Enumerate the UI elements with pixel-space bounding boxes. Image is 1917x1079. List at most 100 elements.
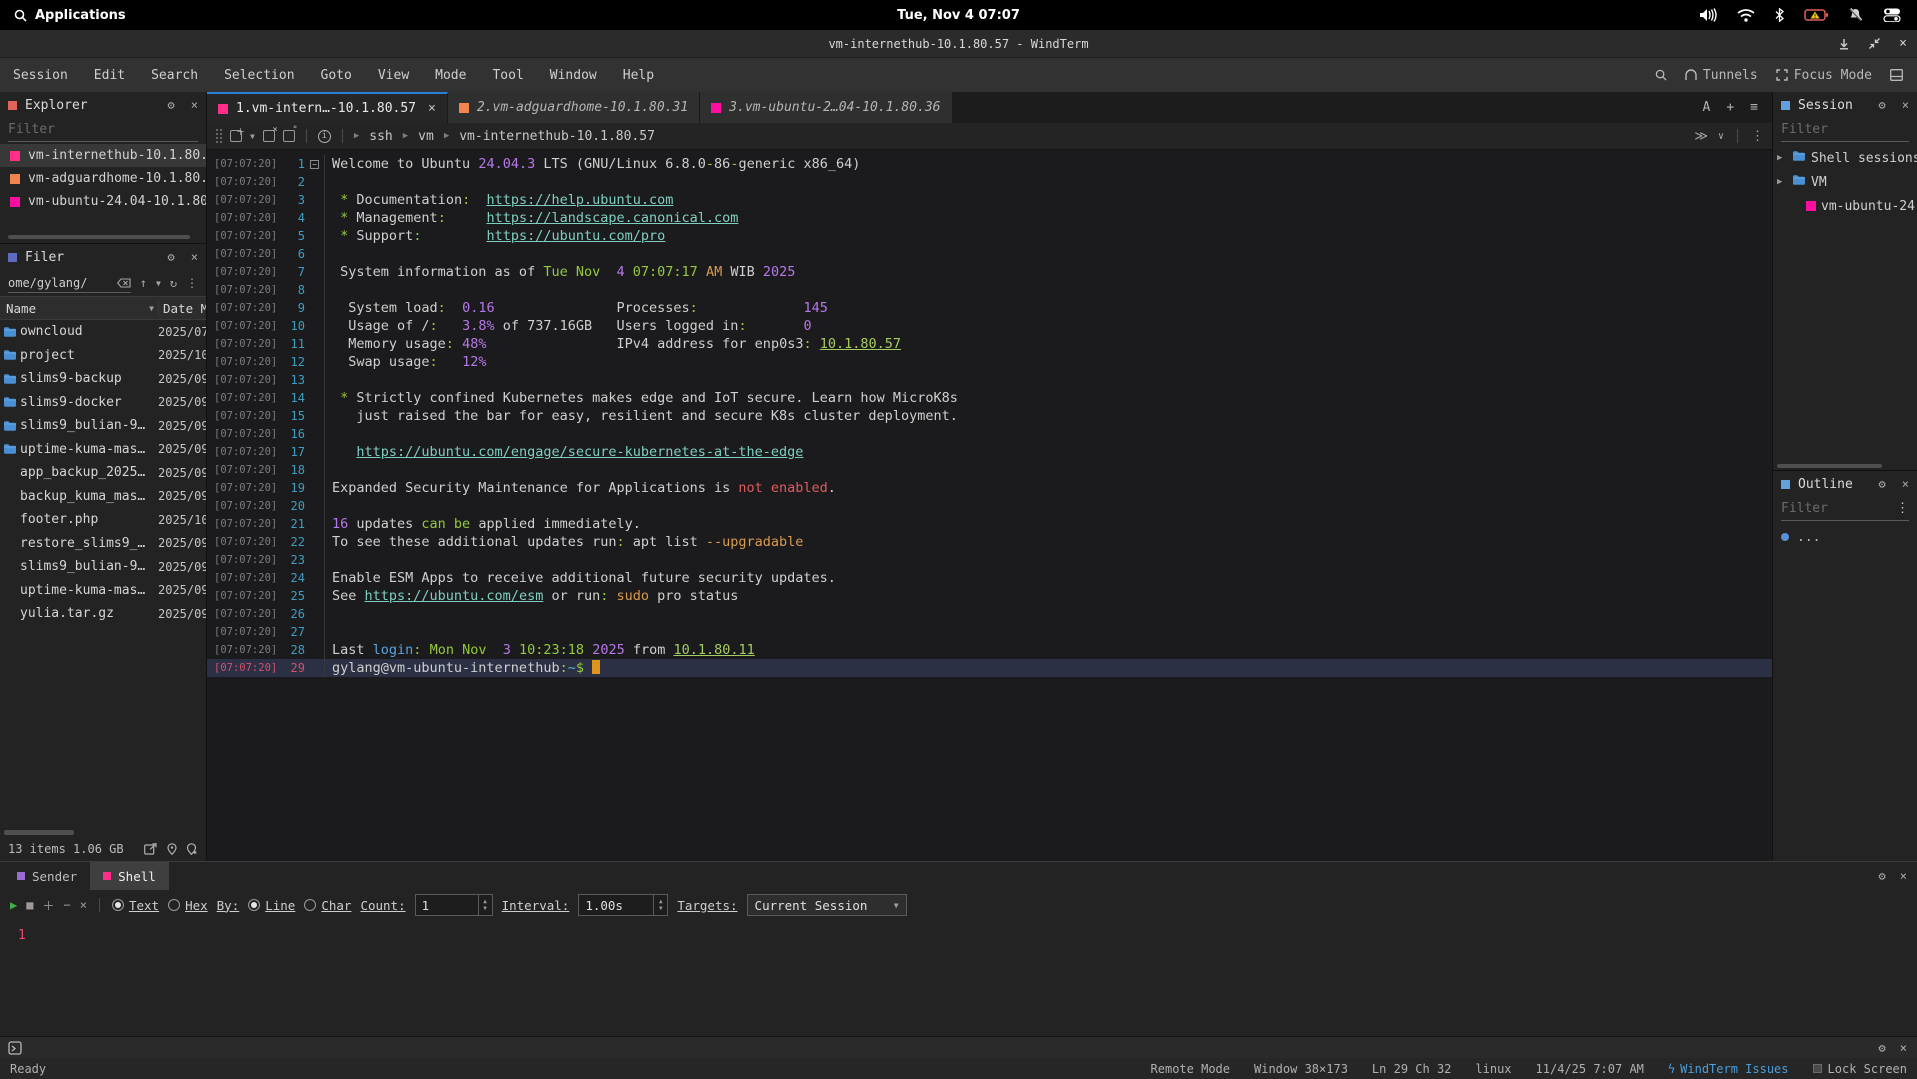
session-tab[interactable]: 2.vm-adguardhome-10.1.80.31 [448,92,700,123]
gear-icon[interactable]: ⚙ [168,250,175,264]
menu-item-session[interactable]: Session [0,58,81,92]
console-icon[interactable] [8,1041,22,1055]
detach-session-icon[interactable]: ° [283,130,295,142]
count-stepper[interactable]: 1 ▲▼ [415,894,493,916]
terminal-output[interactable]: [07:07:20]1−Welcome to Ubuntu 24.04.3 LT… [207,150,1772,861]
menu-item-tool[interactable]: Tool [479,58,536,92]
gear-icon[interactable]: ⚙ [168,98,175,112]
gear-icon[interactable]: ⚙ [1879,98,1886,112]
status-item[interactable]: Window 38×173 [1254,1062,1348,1076]
notifications-muted-icon[interactable] [1848,8,1863,22]
kebab-menu-icon[interactable]: ⋮ [1896,501,1909,516]
session-tree-item[interactable]: ▶Shell sessions [1773,146,1917,170]
status-item[interactable]: 11/4/25 7:07 AM [1536,1062,1644,1076]
filer-row[interactable]: slims9-backup2025/09 [0,367,206,391]
filer-row[interactable]: uptime-kuma-mas…2025/09 [0,438,206,462]
search-icon[interactable] [1655,69,1667,81]
outline-filter-input[interactable]: Filter ⋮ [1781,497,1909,521]
targets-select[interactable]: Current Session ▼ [747,894,907,916]
session-tree-item[interactable]: vm-ubuntu-24.04 [1773,194,1917,218]
play-icon[interactable]: ▶ [10,898,17,912]
menu-item-search[interactable]: Search [138,58,211,92]
chevron-down-icon[interactable]: ∨ [1718,131,1724,142]
filer-row[interactable]: restore_slims9_…2025/09 [0,532,206,556]
clear-path-icon[interactable] [117,278,131,288]
filer-row[interactable]: footer.php2025/10 [0,508,206,532]
menu-item-mode[interactable]: Mode [422,58,479,92]
gear-icon[interactable]: ⚙ [1879,869,1886,883]
menu-item-help[interactable]: Help [610,58,667,92]
clock[interactable]: Tue, Nov 4 07:07 [0,8,1917,23]
refresh-icon[interactable]: ↻ [170,276,177,290]
filer-row[interactable]: app_backup_2025…2025/09 [0,461,206,485]
menu-item-window[interactable]: Window [537,58,610,92]
session-filter-input[interactable]: Filter [1781,118,1909,142]
filer-path-input[interactable]: ome/gylang/ [8,273,131,293]
kebab-menu-icon[interactable]: ⋮ [1751,129,1764,144]
filer-hscrollbar[interactable] [4,830,74,835]
filer-row[interactable]: owncloud2025/07 [0,320,206,344]
spinner-arrows-icon[interactable]: ▲▼ [478,895,492,915]
close-tab-icon[interactable]: × [428,101,436,116]
add-icon[interactable]: ＋ [42,897,54,914]
up-directory-icon[interactable]: ↑ [140,276,147,290]
sender-content[interactable]: 1 [0,920,1917,1036]
windterm-issues-link[interactable]: ϟWindTerm Issues [1668,1062,1789,1076]
filer-row[interactable]: uptime-kuma-mas…2025/09 [0,579,206,603]
breadcrumb-segment[interactable]: vm [418,129,434,144]
menu-item-edit[interactable]: Edit [81,58,138,92]
filer-row[interactable]: project2025/10 [0,344,206,368]
explorer-filter-input[interactable]: Filter [8,118,198,142]
status-item[interactable]: linux [1475,1062,1511,1076]
session-tab[interactable]: 3.vm-ubuntu-2…04-10.1.80.36 [700,92,952,123]
close-icon[interactable]: × [1900,869,1907,883]
close-icon[interactable]: × [1902,477,1909,491]
session-tree-item[interactable]: ▶VM [1773,170,1917,194]
close-icon[interactable]: × [1902,98,1909,112]
terminal-link[interactable]: 10.1.80.57 [820,336,901,352]
breadcrumb-segment[interactable]: ssh [369,129,392,144]
radio-text[interactable]: Text [112,898,159,913]
column-date-modified[interactable]: Date Moc [158,301,206,316]
applications-menu[interactable]: Applications [0,0,140,30]
explorer-item[interactable]: vm-adguardhome-10.1.80.3 [0,167,206,190]
layout-icon[interactable] [1890,69,1903,81]
wifi-icon[interactable] [1737,9,1755,22]
session-hscrollbar[interactable] [1777,464,1882,468]
terminal-link[interactable]: https://landscape.canonical.com [486,210,738,226]
explorer-item[interactable]: vm-ubuntu-24.04-10.1.80. [0,190,206,213]
menu-item-selection[interactable]: Selection [211,58,307,92]
radio-line[interactable]: Line [248,898,295,913]
status-item[interactable]: Ln 29 Ch 32 [1372,1062,1451,1076]
close-session-icon[interactable]: × [263,130,275,142]
add-pin-icon[interactable] [187,843,198,855]
filer-row[interactable]: slims9-docker2025/09 [0,391,206,415]
close-icon[interactable]: × [191,250,198,264]
tunnels-button[interactable]: Tunnels [1685,68,1758,83]
focus-mode-button[interactable]: Focus Mode [1776,68,1872,83]
terminal-link[interactable]: https://ubuntu.com/esm [365,588,544,604]
new-session-icon[interactable]: ＋ [230,130,242,142]
breadcrumb-segment[interactable]: vm-internethub-10.1.80.57 [459,129,655,144]
filer-row[interactable]: slims9_bulian-9…2025/09 [0,555,206,579]
system-menu-icon[interactable] [1883,8,1901,22]
minimize-icon[interactable] [1838,38,1850,50]
sender-tab-sender[interactable]: Sender [4,862,90,890]
status-item[interactable]: Remote Mode [1151,1062,1230,1076]
drag-handle[interactable] [215,128,222,144]
clear-icon[interactable]: × [80,898,87,912]
outline-item[interactable]: ... [1773,525,1917,549]
column-name[interactable]: Name▼ [0,301,158,316]
info-icon[interactable]: i [318,130,331,143]
menu-item-view[interactable]: View [365,58,422,92]
chevron-down-icon[interactable]: ▼ [156,279,161,288]
lock-screen-button[interactable]: Lock Screen [1813,1062,1907,1076]
kebab-menu-icon[interactable]: ⋮ [186,276,198,290]
open-location-icon[interactable] [144,843,157,855]
stop-icon[interactable]: ■ [26,898,33,912]
chevron-down-icon[interactable]: ▼ [250,132,255,141]
gear-icon[interactable]: ⚙ [1879,477,1886,491]
battery-warning-icon[interactable] [1804,8,1828,22]
expand-arrow-icon[interactable]: ▶ [1777,177,1787,187]
explorer-item[interactable]: vm-internethub-10.1.80.5 [0,144,206,167]
